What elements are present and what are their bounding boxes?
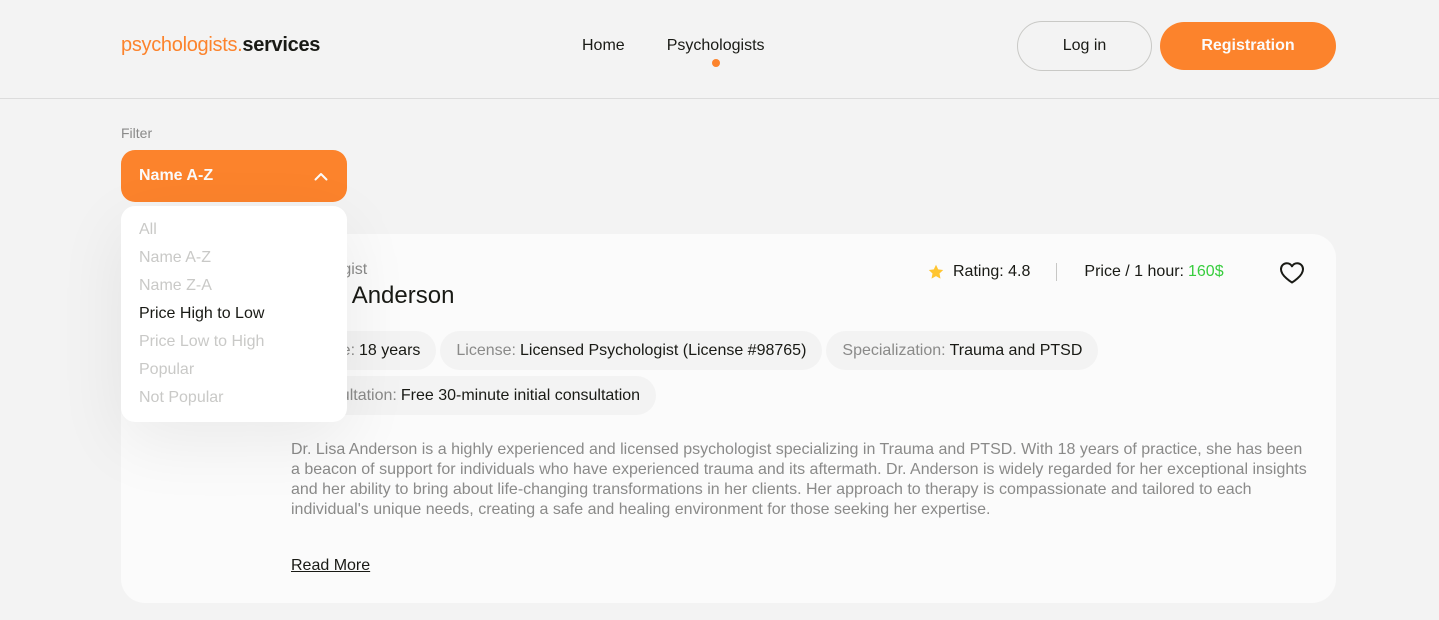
card-tags: rience: 18 years License: Licensed Psych… — [291, 331, 1211, 415]
tag-key: Specialization: — [842, 341, 946, 359]
tag-license: License: Licensed Psychologist (License … — [440, 331, 823, 370]
filter-option-all[interactable]: All — [139, 220, 329, 248]
filter-option-not-popular[interactable]: Not Popular — [139, 388, 329, 416]
filter-option-popular[interactable]: Popular — [139, 360, 329, 388]
nav-home[interactable]: Home — [582, 37, 625, 55]
filter-label: Filter — [121, 125, 153, 141]
meta-divider — [1056, 263, 1058, 281]
read-more-link[interactable]: Read More — [291, 557, 370, 575]
price-value: 160$ — [1188, 263, 1224, 280]
filter-dropdown: All Name A-Z Name Z-A Price High to Low … — [121, 206, 347, 422]
login-button[interactable]: Log in — [1017, 21, 1152, 71]
tag-value: 18 years — [359, 341, 421, 359]
logo-part-2: services — [242, 34, 321, 56]
psychologist-description: Dr. Lisa Anderson is a highly experience… — [291, 441, 1307, 518]
nav-psychologists[interactable]: Psychologists — [666, 37, 765, 67]
filter-selected-value: Name A-Z — [139, 167, 214, 184]
filter-option-name-a-z[interactable]: Name A-Z — [139, 248, 329, 276]
main-nav: Home Psychologists — [582, 37, 765, 67]
registration-button[interactable]: Registration — [1160, 22, 1336, 70]
logo-part-1: psychologists. — [121, 34, 243, 56]
site-header: psychologists.services Home Psychologist… — [0, 0, 1439, 99]
nav-psychologists-label: Psychologists — [666, 37, 765, 54]
filter-option-price-high-to-low[interactable]: Price High to Low — [139, 304, 329, 332]
filter-option-price-low-to-high[interactable]: Price Low to High — [139, 332, 329, 360]
logo[interactable]: psychologists.services — [121, 34, 320, 57]
heart-icon[interactable] — [1279, 261, 1305, 285]
filter-option-name-z-a[interactable]: Name Z-A — [139, 276, 329, 304]
active-nav-indicator — [711, 59, 720, 67]
rating: Rating: 4.8 — [953, 263, 1031, 280]
filter-select[interactable]: Name A-Z — [121, 150, 347, 202]
tag-specialization: Specialization: Trauma and PTSD — [826, 331, 1099, 370]
chevron-up-icon — [313, 168, 329, 184]
tag-key: License: — [456, 341, 516, 359]
price-label: Price / 1 hour: — [1084, 263, 1184, 280]
star-icon — [928, 264, 944, 280]
card-meta: Rating: 4.8 Price / 1 hour: 160$ — [928, 263, 1224, 281]
tag-value: Trauma and PTSD — [949, 341, 1083, 359]
tag-value: Free 30-minute initial consultation — [400, 386, 641, 404]
tag-value: Licensed Psychologist (License #98765) — [520, 341, 807, 359]
